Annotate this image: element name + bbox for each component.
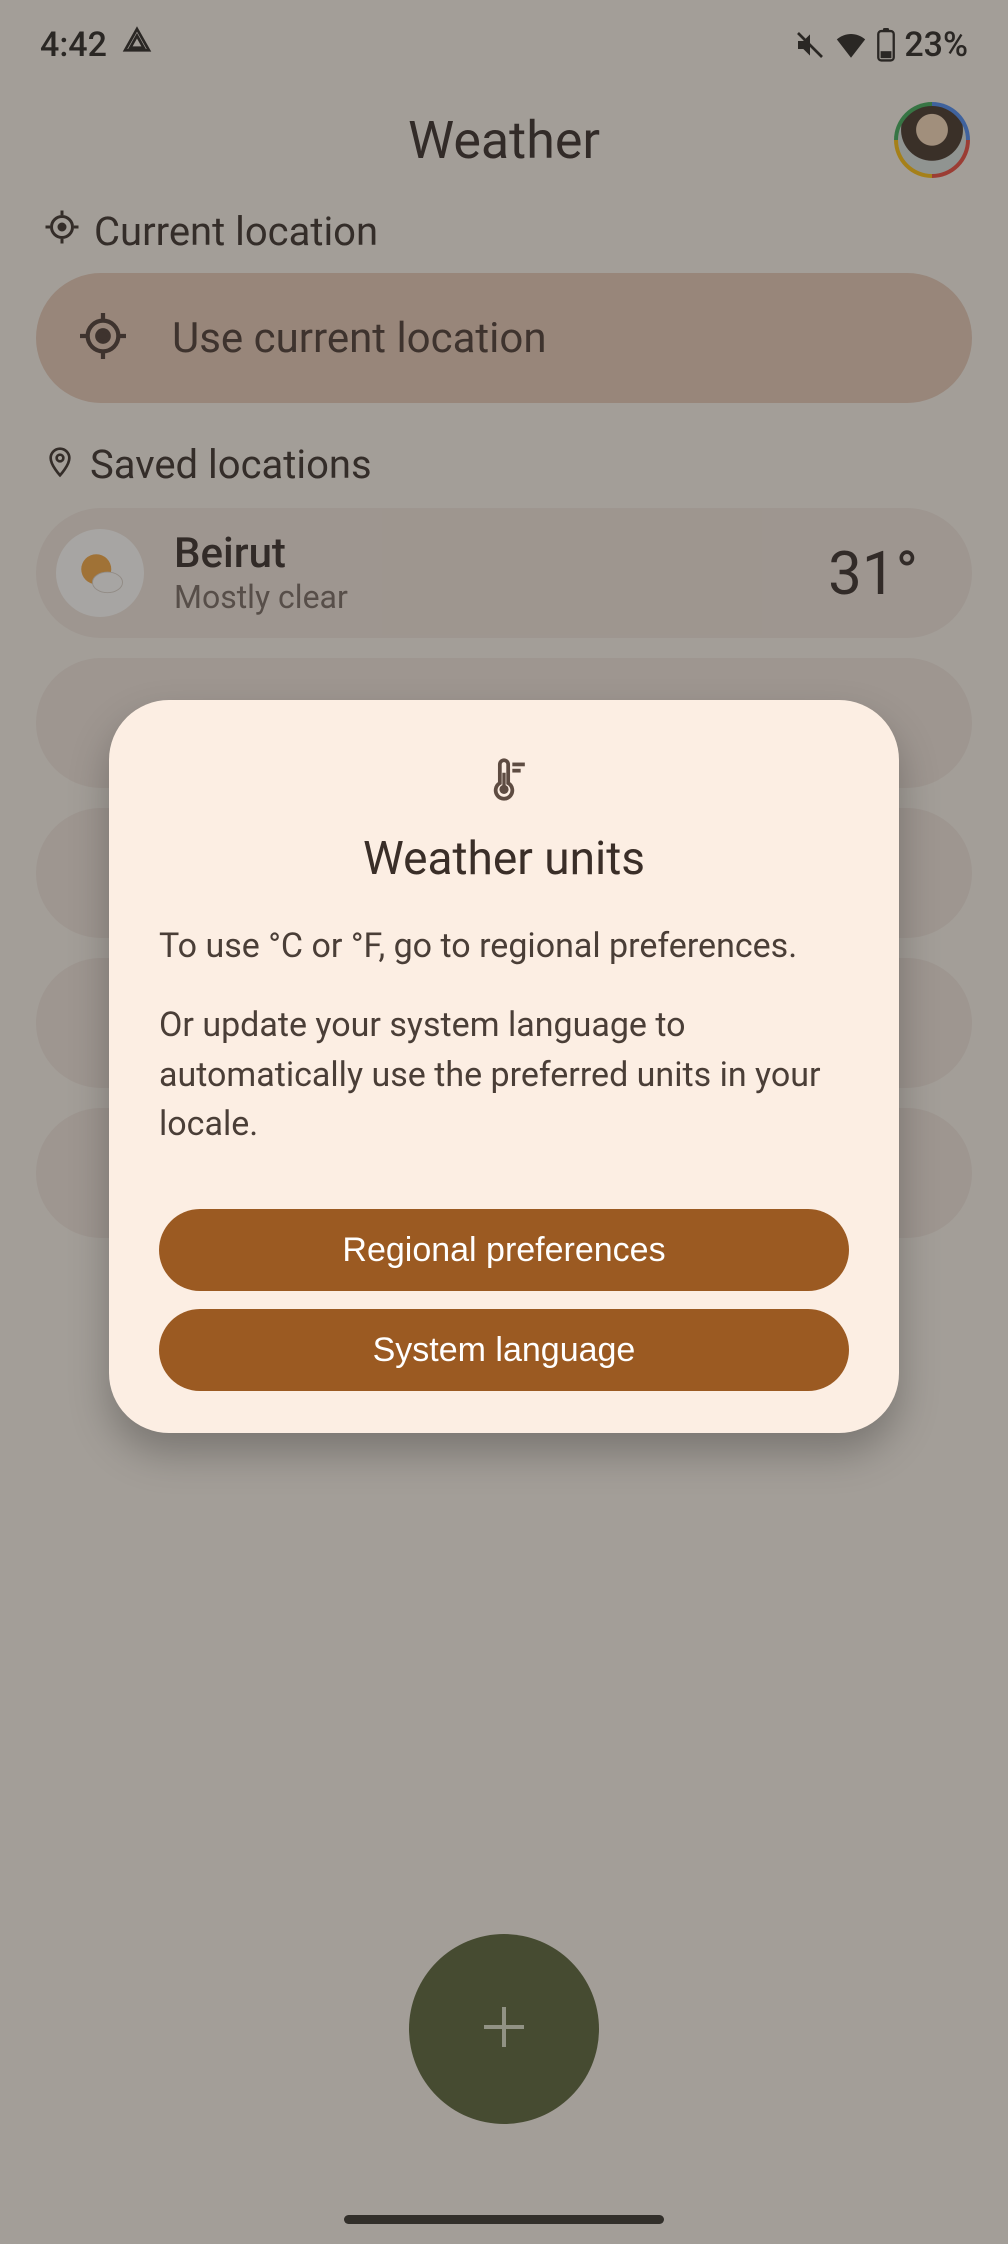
- system-language-label: System language: [373, 1331, 636, 1370]
- regional-preferences-button[interactable]: Regional preferences: [159, 1209, 849, 1291]
- dialog-body: To use °C or °F, go to regional preferen…: [159, 922, 849, 1149]
- system-language-button[interactable]: System language: [159, 1309, 849, 1391]
- thermometer-icon: [159, 754, 849, 804]
- dialog-title: Weather units: [159, 832, 849, 886]
- regional-preferences-label: Regional preferences: [342, 1231, 665, 1270]
- weather-units-dialog: Weather units To use °C or °F, go to reg…: [109, 700, 899, 1433]
- dialog-body-line-1: To use °C or °F, go to regional preferen…: [159, 922, 849, 971]
- dialog-body-line-2: Or update your system language to automa…: [159, 1001, 849, 1149]
